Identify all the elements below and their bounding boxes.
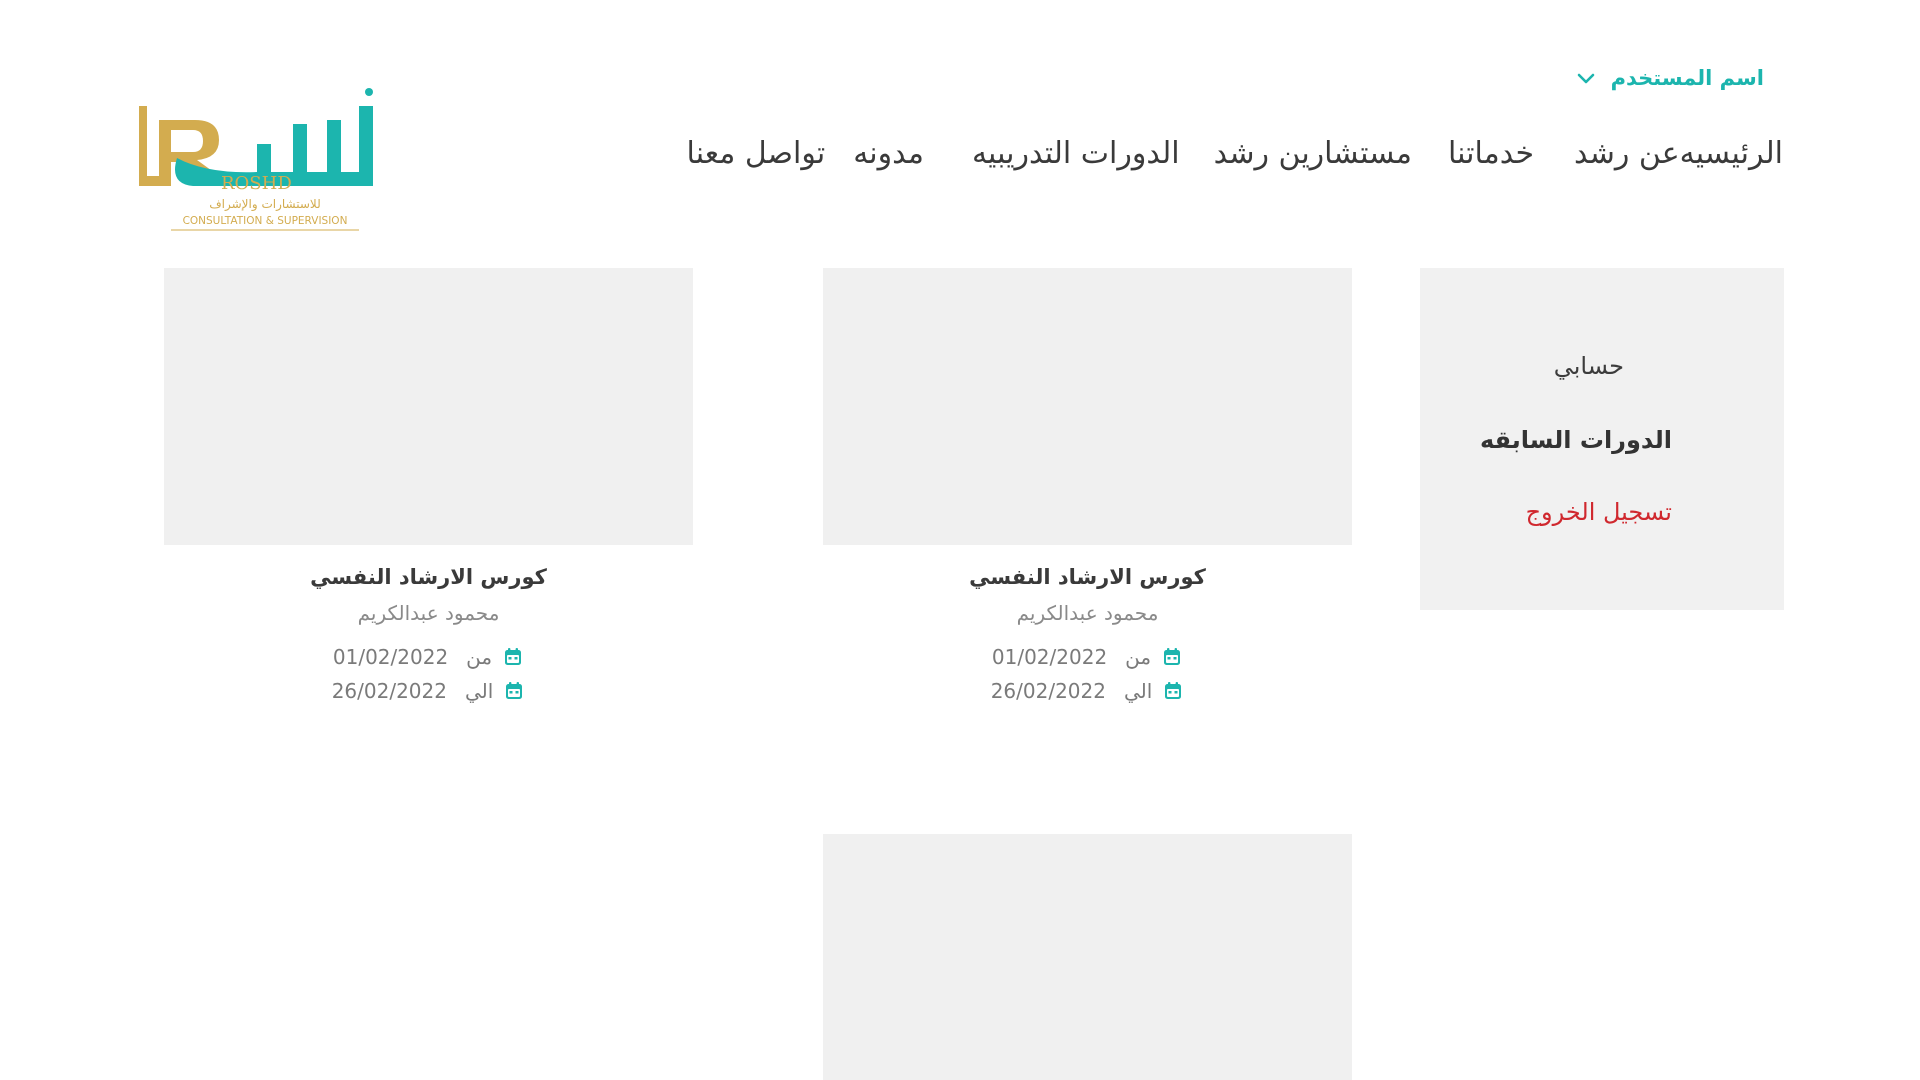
start-date-value: 01/02/2022 [332, 645, 449, 669]
nav-item-blog[interactable]: مدونه [853, 136, 924, 171]
course-card[interactable]: كورس الارشاد النفسي محمود عبدالكريم من 0… [823, 268, 1352, 703]
course-start-date: من 01/02/2022 [823, 645, 1352, 669]
logo-mark: ROSHD للاستشارات والإشراف CONSULTATION &… [139, 88, 373, 231]
calendar-icon [1164, 648, 1181, 665]
end-date-prefix: الي [1123, 679, 1153, 703]
course-end-date: الي 26/02/2022 [823, 679, 1352, 703]
sidebar-item-logout[interactable]: تسجيل الخروج [1526, 498, 1672, 526]
end-date-prefix: الي [464, 679, 494, 703]
end-date-value: 26/02/2022 [331, 679, 447, 703]
page: ROSHD للاستشارات والإشراف CONSULTATION &… [0, 0, 1920, 1080]
logo-latin-text: ROSHD [221, 173, 292, 194]
start-date-prefix: من [466, 645, 493, 669]
logo-tagline-english: CONSULTATION & SUPERVISION [183, 215, 348, 227]
start-date-value: 01/02/2022 [991, 645, 1108, 669]
course-thumbnail[interactable] [823, 268, 1352, 545]
calendar-icon [505, 648, 522, 665]
roshd-logo[interactable]: ROSHD للاستشارات والإشراف CONSULTATION &… [137, 86, 392, 234]
course-card[interactable]: كورس الارشاد النفسي محمود عبدالكريم من 0… [164, 268, 693, 703]
course-instructor: محمود عبدالكريم [357, 601, 500, 625]
nav-item-contact[interactable]: تواصل معنا [687, 136, 826, 171]
course-start-date: من 01/02/2022 [164, 645, 693, 669]
nav-item-about[interactable]: عن رشد [1574, 136, 1680, 171]
account-sidebar: حسابي الدورات السابقه تسجيل الخروج [1420, 268, 1784, 610]
main-nav: تواصل معنا مدونه الدورات التدريبيه مستشا… [659, 136, 1783, 171]
nav-item-services[interactable]: خدماتنا [1448, 136, 1534, 171]
course-thumbnail[interactable] [164, 268, 693, 545]
course-end-date: الي 26/02/2022 [164, 679, 693, 703]
user-menu-dropdown[interactable]: اسم المستخدم [1575, 66, 1764, 90]
chevron-down-icon[interactable] [1575, 67, 1597, 89]
user-name-label[interactable]: اسم المستخدم [1611, 66, 1764, 90]
nav-item-courses[interactable]: الدورات التدريبيه [972, 136, 1180, 171]
nav-item-home[interactable]: الرئيسيه [1680, 136, 1783, 171]
course-card[interactable] [823, 834, 1352, 1080]
sidebar-item-past-courses[interactable]: الدورات السابقه [1480, 426, 1672, 454]
course-thumbnail[interactable] [823, 834, 1352, 1080]
sidebar-item-my-account[interactable]: حسابي [1554, 352, 1624, 380]
calendar-icon [1165, 682, 1182, 699]
course-title[interactable]: كورس الارشاد النفسي [164, 565, 693, 589]
end-date-value: 26/02/2022 [990, 679, 1106, 703]
nav-item-consultants[interactable]: مستشارين رشد [1214, 136, 1412, 171]
course-title[interactable]: كورس الارشاد النفسي [823, 565, 1352, 589]
calendar-icon [506, 682, 523, 699]
course-instructor: محمود عبدالكريم [1016, 601, 1159, 625]
logo-tagline-arabic: للاستشارات والإشراف [209, 197, 321, 212]
start-date-prefix: من [1125, 645, 1152, 669]
